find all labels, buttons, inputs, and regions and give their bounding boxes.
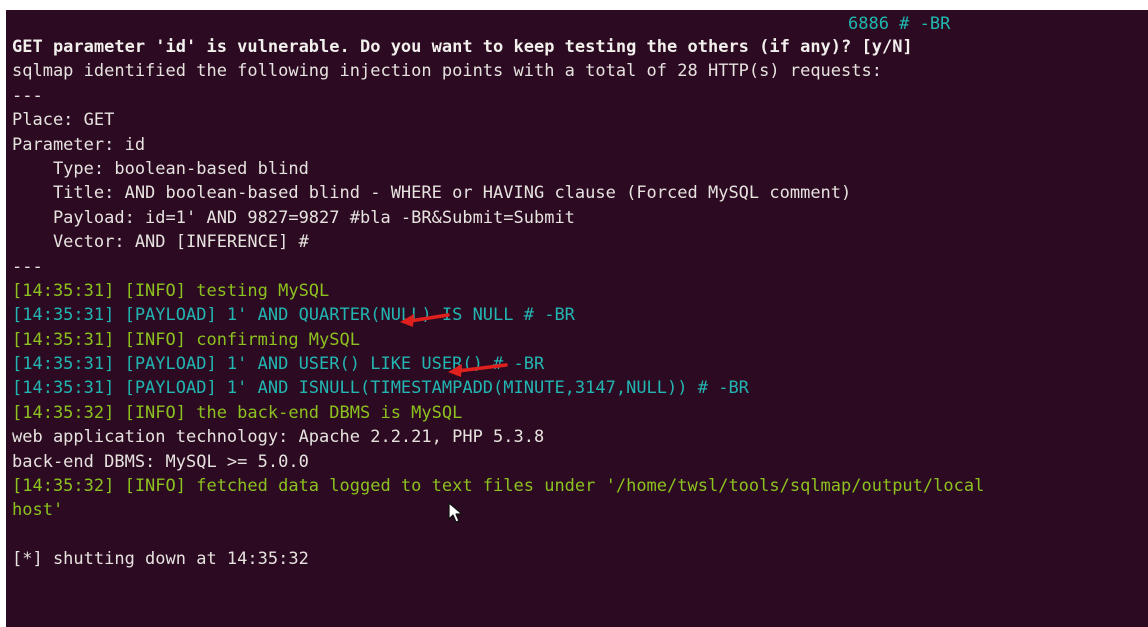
terminal-line: Place: GET	[12, 110, 115, 131]
terminal-line: [*] shutting down at 14:35:32	[12, 549, 309, 570]
terminal-line: [14:35:31] [INFO] confirming MySQL	[12, 329, 360, 350]
terminal-line: [14:35:31] [INFO] testing MySQL	[12, 280, 330, 301]
red-arrow-icon	[448, 363, 508, 377]
terminal-line: ---	[12, 256, 43, 277]
red-arrow-icon	[400, 313, 450, 327]
terminal-line: web application technology: Apache 2.2.2…	[12, 427, 545, 448]
terminal-line: [14:35:32] [INFO] fetched data logged to…	[12, 476, 985, 497]
terminal-line: Vector: AND [INFERENCE] #	[12, 232, 309, 253]
terminal-line: [14:35:31] [PAYLOAD] 1' AND ISNULL(TIMES…	[12, 378, 749, 399]
screenshot-frame: 6886 # -BR GET parameter 'id' is vulnera…	[0, 0, 1148, 627]
terminal-line: Payload: id=1' AND 9827=9827 #bla -BR&Su…	[12, 207, 575, 228]
terminal-line: Parameter: id	[12, 134, 146, 155]
terminal-line: ---	[12, 85, 43, 106]
terminal-line: back-end DBMS: MySQL >= 5.0.0	[12, 451, 309, 472]
terminal-line: Type: boolean-based blind	[12, 158, 309, 179]
terminal-line: sqlmap identified the following injectio…	[12, 61, 882, 82]
terminal-window[interactable]: 6886 # -BR GET parameter 'id' is vulnera…	[6, 10, 1148, 627]
terminal-line: [14:35:32] [INFO] the back-end DBMS is M…	[12, 402, 463, 423]
terminal-line: [14:35:31] [PAYLOAD] 1' AND QUARTER(NULL…	[12, 305, 575, 326]
terminal-scrolled-line: 6886 # -BR	[848, 14, 951, 34]
terminal-line: host'	[12, 500, 64, 521]
terminal-line: Title: AND boolean-based blind - WHERE o…	[12, 183, 852, 204]
terminal-line: GET parameter 'id' is vulnerable. Do you…	[12, 37, 913, 57]
terminal-output: GET parameter 'id' is vulnerable. Do you…	[12, 35, 984, 572]
mouse-pointer-icon	[448, 502, 463, 523]
